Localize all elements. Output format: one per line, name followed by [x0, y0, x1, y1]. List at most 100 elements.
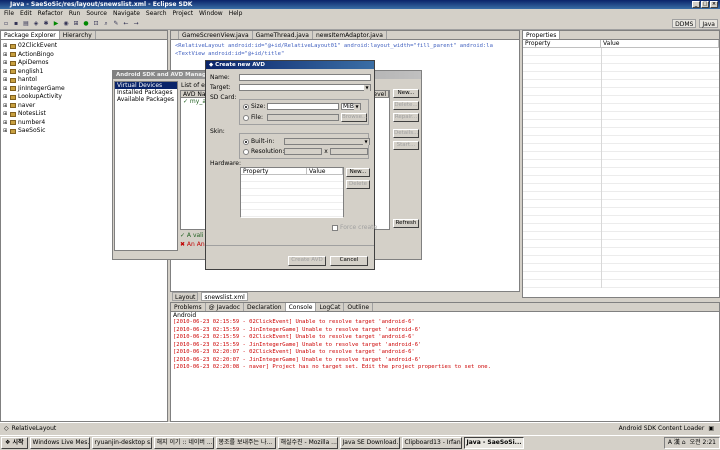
tab-xml[interactable]: snewslist.xml — [201, 292, 248, 301]
tab-layout[interactable]: Layout — [172, 292, 199, 301]
hardware-table[interactable]: Property Value — [240, 167, 344, 218]
external-tools-icon[interactable]: ◉ — [62, 20, 70, 28]
expand-icon[interactable]: ⊞ — [3, 85, 8, 94]
menu-search[interactable]: Search — [146, 9, 167, 18]
hw-column-value[interactable]: Value — [307, 168, 343, 175]
menu-edit[interactable]: Edit — [20, 9, 32, 18]
tab-hierarchy[interactable]: Hierarchy — [60, 31, 96, 39]
back-icon[interactable]: ← — [122, 20, 130, 28]
expand-icon[interactable]: ⊞ — [3, 51, 8, 60]
editor-tab-gamescreenview[interactable]: GameScreenView.java — [179, 31, 253, 39]
taskbar-task[interactable]: Java SE Download... — [339, 437, 400, 449]
menu-source[interactable]: Source — [86, 9, 107, 18]
file-field[interactable] — [267, 114, 339, 121]
window-titlebar[interactable]: Java - SaeSoSic/res/layout/snewslist.xml… — [0, 0, 720, 9]
console-tab[interactable]: LogCat — [316, 303, 345, 311]
console-tab[interactable]: Declaration — [244, 303, 286, 311]
maximize-icon[interactable]: □ — [701, 1, 709, 8]
project-item[interactable]: ⊞ 02ClickEvent — [3, 42, 165, 51]
taskbar-task[interactable]: 해실수진 - Mozilla ... — [277, 437, 338, 449]
expand-icon[interactable]: ⊞ — [3, 68, 8, 77]
taskbar-task[interactable]: 봉조를 보내주는 나... — [215, 437, 276, 449]
taskbar-task[interactable]: Java - SaeSoSi... — [463, 437, 524, 449]
menu-window[interactable]: Window — [199, 9, 223, 18]
minimize-icon[interactable]: _ — [692, 1, 700, 8]
menu-run[interactable]: Run — [69, 9, 81, 18]
resolution-width-field[interactable] — [284, 148, 322, 155]
console-tab[interactable]: Problems — [171, 303, 206, 311]
browse-button[interactable]: Browse... — [341, 113, 367, 122]
console-tab[interactable]: @ Javadoc — [206, 303, 245, 311]
builtin-radio[interactable] — [243, 138, 249, 145]
create-avd-title[interactable]: ◆ Create new AVD — [206, 61, 374, 69]
avd-details-button[interactable]: Details... — [393, 129, 419, 138]
progress-icon[interactable]: ▣ — [708, 423, 714, 434]
avd-delete-button[interactable]: Delete... — [393, 101, 419, 110]
open-type-icon[interactable]: ⊡ — [92, 20, 100, 28]
target-select[interactable]: ▼ — [239, 84, 371, 91]
resolution-radio[interactable] — [243, 148, 249, 155]
project-item[interactable]: ⊞ ApiDemos — [3, 59, 165, 68]
menu-help[interactable]: Help — [229, 9, 243, 18]
search-icon[interactable]: ⌕ — [102, 20, 110, 28]
file-radio[interactable] — [243, 114, 249, 121]
taskbar-task[interactable]: Windows Live Mes... — [29, 437, 90, 449]
clock[interactable]: 오전 2:21 — [690, 438, 716, 448]
size-unit-select[interactable]: MiB ▼ — [341, 103, 361, 110]
avd-refresh-button[interactable]: Refresh — [393, 219, 419, 228]
size-radio[interactable] — [243, 103, 249, 110]
cancel-button[interactable]: Cancel — [330, 256, 368, 266]
start-button[interactable]: ❖ 시작 — [1, 437, 28, 449]
menu-navigate[interactable]: Navigate — [113, 9, 140, 18]
perspective-ddms[interactable]: DDMS — [672, 19, 697, 28]
nav-installed-packages[interactable]: Installed Packages — [115, 89, 177, 96]
save-icon[interactable]: ▪ — [12, 20, 20, 28]
builtin-skin-select[interactable]: ▼ — [284, 138, 370, 145]
menu-file[interactable]: File — [4, 9, 14, 18]
debug-icon[interactable]: ✱ — [42, 20, 50, 28]
properties-column-property[interactable]: Property — [523, 40, 601, 47]
new-package-icon[interactable]: ⊞ — [72, 20, 80, 28]
name-field[interactable] — [239, 74, 371, 81]
expand-icon[interactable]: ⊞ — [3, 93, 8, 102]
code-area[interactable]: <RelativeLayout android:id="@+id/Relativ… — [171, 40, 519, 60]
print-icon[interactable]: ▤ — [22, 20, 30, 28]
taskbar-task[interactable]: 해지 이기 :: 네이버 ... — [153, 437, 214, 449]
editor-tab-gamethread[interactable]: GameThread.java — [253, 31, 313, 39]
expand-icon[interactable]: ⊞ — [3, 127, 8, 136]
project-item[interactable]: ⊞ ActionBingo — [3, 51, 165, 60]
console-tab[interactable]: Console — [285, 303, 317, 311]
run-icon[interactable]: ▶ — [52, 20, 60, 28]
forward-icon[interactable]: → — [132, 20, 140, 28]
properties-column-value[interactable]: Value — [601, 40, 719, 47]
menu-project[interactable]: Project — [173, 9, 194, 18]
hw-column-property[interactable]: Property — [241, 168, 307, 175]
create-avd-dialog[interactable]: ◆ Create new AVD Name: Target: ▼ SD Card… — [205, 60, 377, 270]
create-avd-button[interactable]: Create AVD — [288, 256, 326, 266]
menu-refactor[interactable]: Refactor — [38, 9, 63, 18]
console-output[interactable]: [2010-06-23 02:15:59 - 02ClickEvent] Una… — [171, 319, 719, 372]
tab-package-explorer[interactable]: Package Explorer — [1, 31, 60, 39]
size-field[interactable] — [267, 103, 339, 110]
editor-tab-more[interactable] — [171, 31, 179, 39]
new-icon[interactable]: ▫ — [2, 20, 10, 28]
expand-icon[interactable]: ⊞ — [3, 76, 8, 85]
hw-new-button[interactable]: New... — [346, 168, 370, 177]
perspective-java[interactable]: Java — [699, 19, 718, 28]
avd-repair-button[interactable]: Repair... — [393, 113, 419, 122]
avd-start-button[interactable]: Start... — [393, 141, 419, 150]
expand-icon[interactable]: ⊞ — [3, 59, 8, 68]
tab-properties[interactable]: Properties — [523, 31, 561, 39]
expand-icon[interactable]: ⊞ — [3, 119, 8, 128]
taskbar-task[interactable]: Clipboard13 - Irfan... — [401, 437, 462, 449]
new-class-icon[interactable]: ● — [82, 20, 90, 28]
taskbar-task[interactable]: ryuanjin-desktop s... — [91, 437, 152, 449]
force-create-checkbox[interactable] — [332, 224, 338, 231]
console-tab[interactable]: Outline — [344, 303, 374, 311]
close-icon[interactable]: × — [710, 1, 718, 8]
avd-new-button[interactable]: New... — [393, 89, 419, 98]
android-sdk-icon[interactable]: ◈ — [32, 20, 40, 28]
annotation-icon[interactable]: ✎ — [112, 20, 120, 28]
nav-available-packages[interactable]: Available Packages — [115, 96, 177, 103]
tray-ime[interactable]: A 漢 ⌂ — [668, 438, 686, 448]
